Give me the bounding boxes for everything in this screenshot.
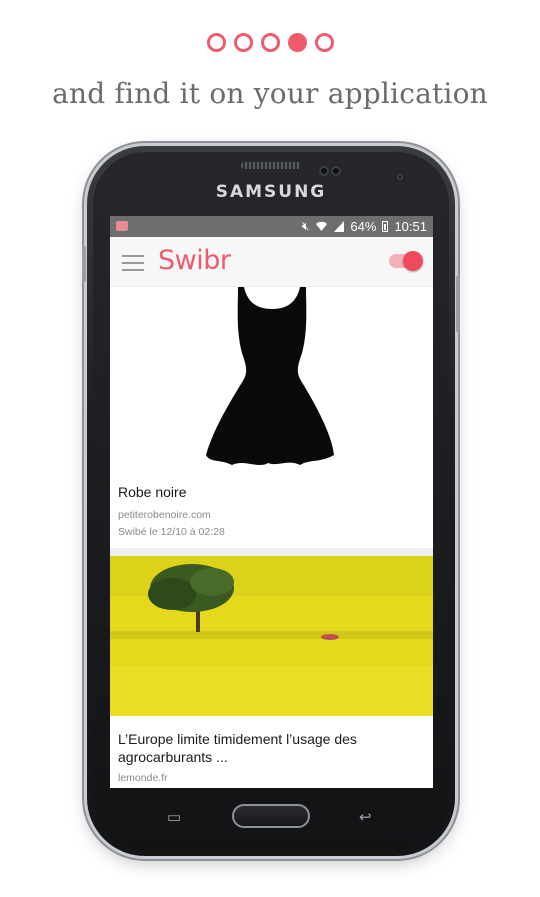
card-source: petiterobenoire.com bbox=[118, 509, 211, 521]
pager-dot[interactable] bbox=[206, 33, 226, 52]
volume-button bbox=[82, 246, 86, 282]
recent-apps-icon[interactable]: ▭ bbox=[167, 808, 181, 826]
pager-dot[interactable] bbox=[260, 33, 280, 52]
phone-screen: 🔇︎ 64% 10:51 Swibr Robe noire petiterobe… bbox=[110, 216, 433, 788]
back-icon[interactable]: ↩ bbox=[359, 808, 372, 826]
pager-dot[interactable] bbox=[233, 33, 253, 52]
earpiece-speaker bbox=[241, 162, 301, 169]
card-title[interactable]: Robe noire bbox=[110, 483, 433, 501]
phone-frame: SAMSUNG 🔇︎ 64% 10:51 Swibr Robe noire pe… bbox=[82, 146, 460, 856]
pager-dot-active[interactable] bbox=[287, 33, 307, 52]
status-bar: 🔇︎ 64% 10:51 bbox=[110, 216, 433, 237]
card-source: lemonde.fr bbox=[118, 772, 168, 784]
clock: 10:51 bbox=[394, 219, 427, 234]
app-logo: Swibr bbox=[158, 245, 231, 276]
page-headline: and find it on your application bbox=[52, 77, 488, 110]
field-tree-image bbox=[110, 556, 433, 716]
card-title[interactable]: L’Europe limite timidement l’usage des a… bbox=[110, 730, 433, 766]
feed-card[interactable]: L’Europe limite timidement l’usage des a… bbox=[110, 556, 433, 788]
notification-icon bbox=[116, 221, 128, 231]
card-timestamp: Swibé le 12/10 à 02:28 bbox=[118, 526, 225, 538]
sensor-icon bbox=[331, 166, 341, 176]
pager-dot[interactable] bbox=[314, 33, 334, 52]
light-sensor-icon bbox=[397, 174, 403, 180]
feed-card[interactable]: Robe noire petiterobenoire.com Swibé le … bbox=[110, 287, 433, 548]
card-image bbox=[110, 287, 433, 473]
battery-level: 64% bbox=[350, 219, 377, 234]
menu-icon[interactable] bbox=[122, 255, 144, 271]
phone-hardware-keys: ▭ ↩ bbox=[87, 796, 455, 836]
power-button bbox=[456, 276, 460, 332]
toggle-knob bbox=[403, 251, 423, 271]
pager-dots bbox=[0, 33, 540, 52]
dress-image bbox=[206, 287, 334, 465]
card-image bbox=[110, 556, 433, 716]
mute-icon: 🔇︎ bbox=[301, 219, 310, 233]
home-button[interactable] bbox=[232, 804, 310, 828]
wifi-icon bbox=[316, 221, 328, 231]
feed-list[interactable]: Robe noire petiterobenoire.com Swibé le … bbox=[110, 287, 433, 788]
phone-brand: SAMSUNG bbox=[215, 182, 327, 202]
app-bar: Swibr bbox=[110, 237, 433, 287]
signal-icon bbox=[334, 221, 345, 232]
toggle-switch[interactable] bbox=[389, 251, 423, 271]
front-camera-icon bbox=[319, 166, 329, 176]
battery-icon bbox=[382, 221, 389, 232]
